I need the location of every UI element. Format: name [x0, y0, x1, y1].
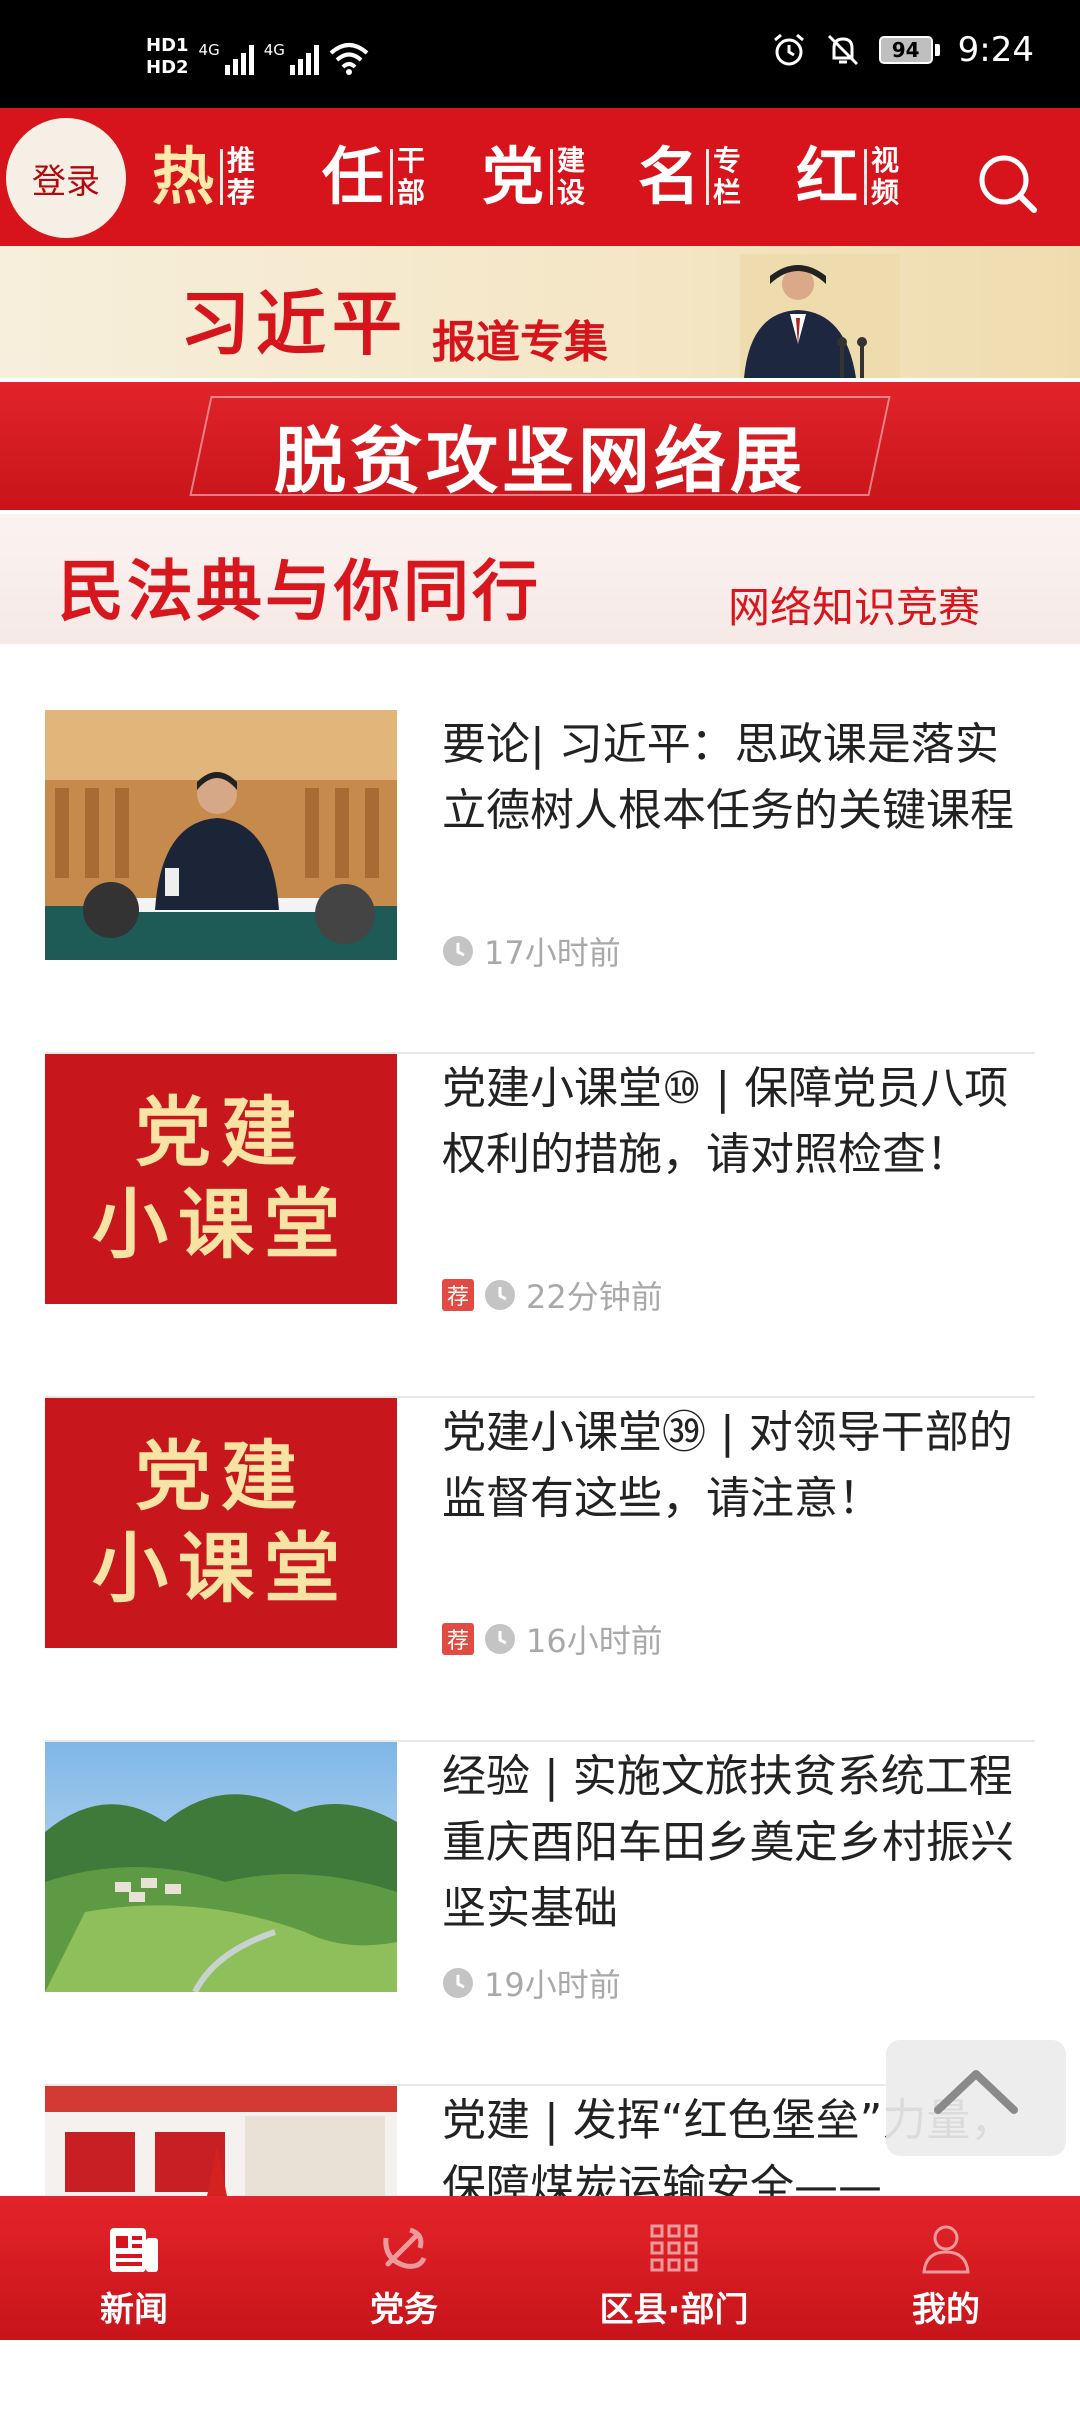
- village-landscape-photo: [45, 1742, 397, 1992]
- news-time: 22分钟前: [526, 1278, 663, 1316]
- news-title: 党建小课堂㊴ | 对领导干部的监督有这些，请注意！: [442, 1407, 1013, 1524]
- bottom-tab-news[interactable]: 新闻: [34, 2206, 234, 2336]
- news-item[interactable]: 经验 | 实施文旅扶贫系统工程 重庆酉阳车田乡奠定乡村振兴坚实基础 19小时前: [45, 1742, 1035, 2086]
- meeting-photo: [45, 710, 397, 960]
- tab-big-label: 红: [796, 140, 859, 213]
- bottom-tab-districts[interactable]: 区县·部门: [574, 2206, 774, 2336]
- thumb-text-line1: 党建: [135, 1432, 307, 1521]
- banner-civil-code-contest[interactable]: 民法典与你同行 网络知识竞赛: [0, 514, 1080, 644]
- news-meta: 荐 16小时前: [442, 1616, 663, 1662]
- banner-subtitle: 报道专集: [432, 317, 608, 368]
- signal-icon: 4G: [264, 41, 319, 75]
- clock-icon: [443, 936, 473, 966]
- clock-icon: [443, 1968, 473, 1998]
- chevron-up-icon: [934, 2070, 1018, 2114]
- hd-indicator: HD1 HD2: [146, 36, 189, 80]
- alarm-icon: [773, 33, 804, 66]
- grid-icon: [650, 2224, 698, 2272]
- tab-cadre[interactable]: 任 干部: [322, 132, 427, 222]
- portrait-image: [740, 254, 900, 378]
- status-left: HD1 HD2 4G 4G: [146, 36, 369, 80]
- hd2-label: HD2: [146, 57, 189, 78]
- tab-small-label: 建设: [557, 144, 586, 209]
- recommend-badge: 荐: [442, 1623, 474, 1655]
- news-meta: 19小时前: [442, 1960, 621, 2006]
- top-nav: 登录 热 推荐 任 干部 党 建设 名 专栏 红 视频: [0, 108, 1080, 246]
- clock-icon: [485, 1624, 515, 1654]
- clock-icon: [485, 1280, 515, 1310]
- news-title: 党建小课堂⑩ | 保障党员八项权利的措施，请对照检查！: [442, 1063, 1009, 1180]
- news-item[interactable]: 要论| 习近平：思政课是落实立德树人根本任务的关键课程 17小时前: [45, 710, 1035, 1054]
- thumb-text-line2: 小课堂: [92, 1524, 350, 1613]
- news-meta: 荐 22分钟前: [442, 1272, 663, 1318]
- party-class-thumbnail: 党建 小课堂: [45, 1398, 397, 1648]
- thumb-text-line2: 小课堂: [92, 1180, 350, 1269]
- tab-big-label: 任: [322, 140, 385, 213]
- tab-small-label: 专栏: [713, 144, 742, 209]
- thumb-text-line1: 党建: [135, 1088, 307, 1177]
- recommend-badge: 荐: [442, 1279, 474, 1311]
- hd1-label: HD1: [146, 35, 189, 56]
- banner-poverty-exhibition[interactable]: 脱贫攻坚网络展: [0, 382, 1080, 510]
- news-time: 17小时前: [484, 934, 621, 972]
- news-time: 16小时前: [526, 1622, 663, 1660]
- bottom-tab-label: 我的: [912, 2290, 980, 2330]
- news-icon: [110, 2228, 158, 2272]
- tab-small-label: 干部: [397, 144, 426, 209]
- news-meta: 17小时前: [442, 928, 621, 974]
- mute-icon: [827, 34, 858, 66]
- tab-small-label: 视频: [871, 144, 900, 209]
- wifi-icon: [329, 43, 369, 75]
- news-title: 要论| 习近平：思政课是落实立德树人根本任务的关键课程: [442, 719, 1014, 836]
- status-bar: HD1 HD2 4G 4G 94 9:24: [0, 0, 1080, 108]
- bottom-tab-party-affairs[interactable]: 党务: [304, 2206, 504, 2336]
- party-class-thumbnail: 党建 小课堂: [45, 1054, 397, 1304]
- news-title: 经验 | 实施文旅扶贫系统工程 重庆酉阳车田乡奠定乡村振兴坚实基础: [442, 1751, 1014, 1934]
- status-right: 94 9:24: [771, 30, 1034, 70]
- tab-red-video[interactable]: 红 视频: [796, 132, 901, 222]
- login-button[interactable]: 登录: [6, 118, 126, 238]
- news-item[interactable]: 党建 小课堂 党建小课堂㊴ | 对领导干部的监督有这些，请注意！ 荐 16小时前: [45, 1398, 1035, 1742]
- banner-title: 习近平: [180, 282, 408, 365]
- tab-columns[interactable]: 名 专栏: [638, 132, 743, 222]
- banner-xi-reports[interactable]: 习近平 报道专集: [0, 246, 1080, 378]
- person-icon: [922, 2225, 970, 2274]
- net2-label: 4G: [263, 41, 285, 59]
- bottom-tab-label: 党务: [370, 2290, 438, 2330]
- bottom-tab-mine[interactable]: 我的: [846, 2206, 1046, 2336]
- banner-title: 民法典与你同行: [58, 552, 541, 630]
- banner-subtitle: 网络知识竞赛: [728, 583, 981, 632]
- tab-big-label: 党: [482, 140, 545, 213]
- tab-big-label: 名: [638, 140, 701, 213]
- signal-icon: 4G: [199, 41, 254, 75]
- tab-big-label: 热: [152, 140, 215, 213]
- bottom-nav: 新闻 党务 区县·部门 我的: [0, 2196, 1080, 2340]
- news-time: 19小时前: [484, 1966, 621, 2004]
- banner-title: 脱贫攻坚网络展: [273, 419, 806, 503]
- news-item[interactable]: 党建 小课堂 党建小课堂⑩ | 保障党员八项权利的措施，请对照检查！ 荐 22分…: [45, 1054, 1035, 1398]
- clock: 9:24: [957, 30, 1034, 70]
- tab-party-building[interactable]: 党 建设: [482, 132, 587, 222]
- tab-hot-recommend[interactable]: 热 推荐: [152, 132, 257, 222]
- bottom-tab-label: 区县·部门: [599, 2290, 749, 2330]
- battery-icon: 94: [878, 36, 940, 64]
- back-to-top-button[interactable]: [886, 2040, 1066, 2156]
- bottom-tab-label: 新闻: [100, 2290, 168, 2330]
- battery-level: 94: [878, 36, 933, 64]
- party-emblem-icon: [383, 2227, 427, 2269]
- search-icon[interactable]: [974, 150, 1040, 216]
- tab-small-label: 推荐: [227, 144, 256, 209]
- net1-label: 4G: [198, 41, 220, 59]
